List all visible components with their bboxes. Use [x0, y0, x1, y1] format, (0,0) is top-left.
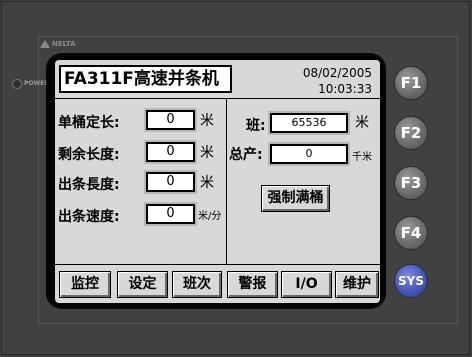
f1-key[interactable]: F1: [394, 66, 428, 100]
header-divider: [55, 98, 380, 99]
remaining-length-label: 剩余长度:: [58, 147, 120, 163]
nav-alarm-button[interactable]: 警报: [227, 271, 278, 298]
output-length-label: 出条長度:: [58, 177, 120, 193]
can-length-label: 单桶定长:: [58, 115, 120, 131]
nav-io-button[interactable]: I/O: [281, 271, 332, 298]
nav-monitor-button[interactable]: 监控: [59, 271, 111, 298]
delta-triangle-icon: [40, 40, 50, 48]
sys-key[interactable]: SYS: [394, 264, 428, 298]
total-output-unit: 千米: [352, 152, 372, 163]
f2-key[interactable]: F2: [394, 116, 428, 150]
nav-settings-button[interactable]: 设定: [117, 271, 168, 298]
f3-key[interactable]: F3: [394, 166, 428, 200]
brand-name: NELTA: [52, 40, 76, 48]
total-output-field[interactable]: 0: [270, 144, 348, 164]
footer-divider: [55, 264, 380, 265]
total-output-label: 总产:: [229, 147, 263, 163]
date-display: 08/02/2005: [302, 66, 372, 80]
output-length-field[interactable]: 0: [146, 172, 195, 192]
shift-label: 班:: [246, 118, 266, 134]
f4-key[interactable]: F4: [394, 216, 428, 250]
output-speed-label: 出条速度:: [58, 209, 120, 225]
output-speed-unit: 米/分: [198, 211, 222, 222]
brand-logo: NELTA: [40, 40, 76, 48]
remaining-length-unit: 米: [200, 145, 214, 161]
shift-field[interactable]: 65536: [270, 113, 348, 133]
nav-shift-button[interactable]: 班次: [172, 271, 222, 298]
nav-maintenance-button[interactable]: 维护: [335, 271, 379, 298]
output-speed-field[interactable]: 0: [146, 204, 195, 224]
power-led-icon: [12, 79, 22, 89]
panel-divider: [226, 98, 227, 264]
can-length-field[interactable]: 0: [146, 110, 195, 130]
machine-title: FA311F高速并条机: [59, 65, 232, 93]
force-full-can-button[interactable]: 强制满桶: [261, 185, 330, 212]
remaining-length-field[interactable]: 0: [146, 142, 195, 162]
can-length-unit: 米: [200, 113, 214, 129]
touch-screen: FA311F高速并条机 08/02/2005 10:03:33 单桶定长: 0 …: [55, 60, 380, 303]
output-length-unit: 米: [200, 175, 214, 191]
time-display: 10:03:33: [318, 82, 372, 96]
shift-unit: 米: [355, 115, 369, 131]
